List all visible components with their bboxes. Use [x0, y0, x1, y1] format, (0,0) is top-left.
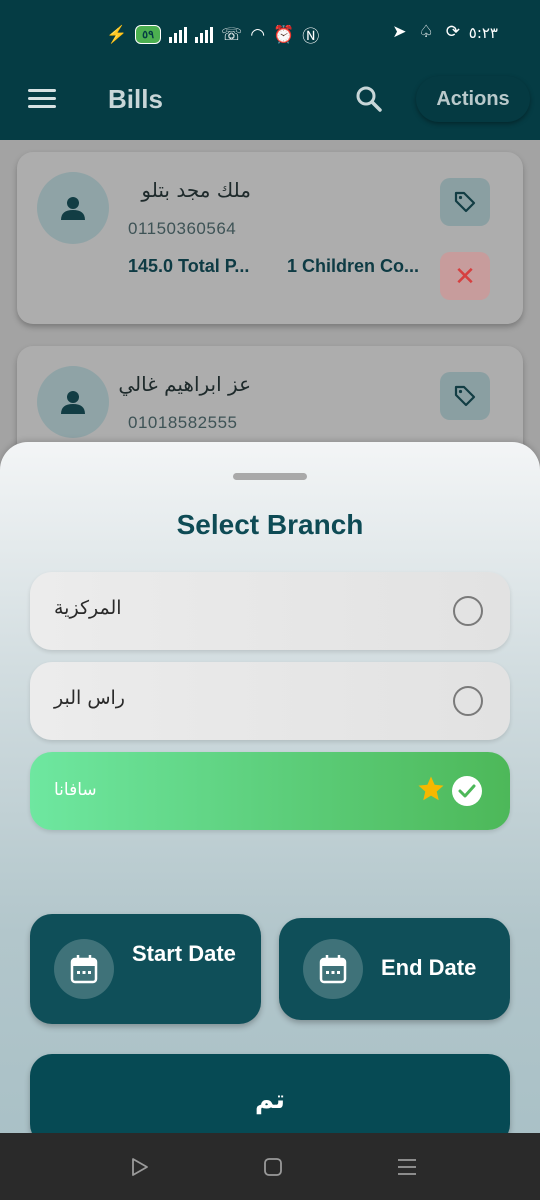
- notification-bell-icon: ♤: [418, 22, 434, 41]
- end-date-button[interactable]: End Date: [279, 918, 510, 1020]
- person-icon: [61, 197, 85, 220]
- status-time: ٥:٢٣: [468, 24, 498, 42]
- recents-nav-icon[interactable]: [397, 1157, 417, 1177]
- wifi-icon: ◠: [250, 24, 266, 44]
- customer-phone: 01018582555: [128, 413, 238, 432]
- status-bar: ⚡ ٥٩ ☏ ◠ ⏰ Ⓝ ➤ ♤ ⟳ ٥:٢٣: [0, 0, 540, 70]
- branch-option[interactable]: راس البر: [30, 662, 510, 740]
- bill-card[interactable]: ملك مجد بتلو 01150360564 145.0 Total P..…: [17, 152, 523, 324]
- menu-icon[interactable]: [28, 89, 56, 109]
- sheet-title: Select Branch: [176, 509, 364, 540]
- signal-icon-2: [195, 26, 213, 43]
- home-nav-icon[interactable]: [263, 1157, 283, 1177]
- tag-icon: [454, 385, 476, 407]
- close-icon: ✕: [454, 261, 476, 291]
- telegram-icon: ➤: [392, 22, 407, 41]
- avatar: [37, 172, 109, 244]
- children-count: 1 Children Co...: [287, 256, 420, 276]
- select-branch-sheet: Select Branch المركزية راس البر سافانا S…: [0, 442, 540, 1200]
- start-date-button[interactable]: Start Date: [30, 914, 261, 1024]
- system-nav-bar: [0, 1133, 540, 1200]
- branch-option[interactable]: المركزية: [30, 572, 510, 650]
- start-date-label: Start Date: [132, 941, 236, 966]
- person-icon: [61, 391, 85, 414]
- sync-icon: ⟳: [445, 22, 460, 41]
- nfc-icon: Ⓝ: [302, 27, 320, 46]
- calendar-icon: [303, 939, 363, 999]
- radio-unchecked-icon[interactable]: [453, 596, 483, 626]
- delete-button[interactable]: ✕: [440, 252, 490, 300]
- battery-indicator: ٥٩: [135, 25, 161, 44]
- tag-button[interactable]: [440, 178, 490, 226]
- status-right-icons: ➤ ♤ ⟳: [392, 22, 460, 42]
- drag-handle[interactable]: [233, 473, 307, 480]
- actions-button[interactable]: Actions: [416, 76, 530, 122]
- avatar: [37, 366, 109, 438]
- page-title: Bills: [108, 84, 163, 114]
- total-price: 145.0 Total P...: [128, 256, 250, 276]
- star-icon: [416, 774, 446, 809]
- customer-name: عز ابراهيم غالي: [118, 372, 251, 396]
- status-left-icons: ⚡ ٥٩ ☏ ◠ ⏰ Ⓝ: [106, 22, 319, 47]
- customer-name: ملك مجد بتلو: [141, 178, 251, 202]
- branch-option-selected[interactable]: سافانا: [30, 752, 510, 830]
- alarm-icon: ⏰: [273, 24, 295, 44]
- signal-icon: [169, 26, 187, 43]
- calendar-icon: [54, 939, 114, 999]
- wifi-call-icon: ☏: [221, 24, 243, 44]
- branch-option-label: سافانا: [54, 780, 97, 800]
- search-icon[interactable]: [354, 84, 384, 114]
- tag-icon: [454, 191, 476, 213]
- back-nav-icon[interactable]: [130, 1157, 150, 1177]
- charging-icon: ⚡: [106, 24, 128, 44]
- branch-option-label: راس البر: [54, 687, 125, 709]
- tag-button[interactable]: [440, 372, 490, 420]
- customer-phone: 01150360564: [128, 219, 237, 238]
- check-circle-icon[interactable]: [452, 776, 482, 806]
- end-date-label: End Date: [381, 955, 477, 980]
- radio-unchecked-icon[interactable]: [453, 686, 483, 716]
- top-bar: ⚡ ٥٩ ☏ ◠ ⏰ Ⓝ ➤ ♤ ⟳ ٥:٢٣ Bills Actions: [0, 0, 540, 140]
- branch-option-label: المركزية: [54, 597, 122, 619]
